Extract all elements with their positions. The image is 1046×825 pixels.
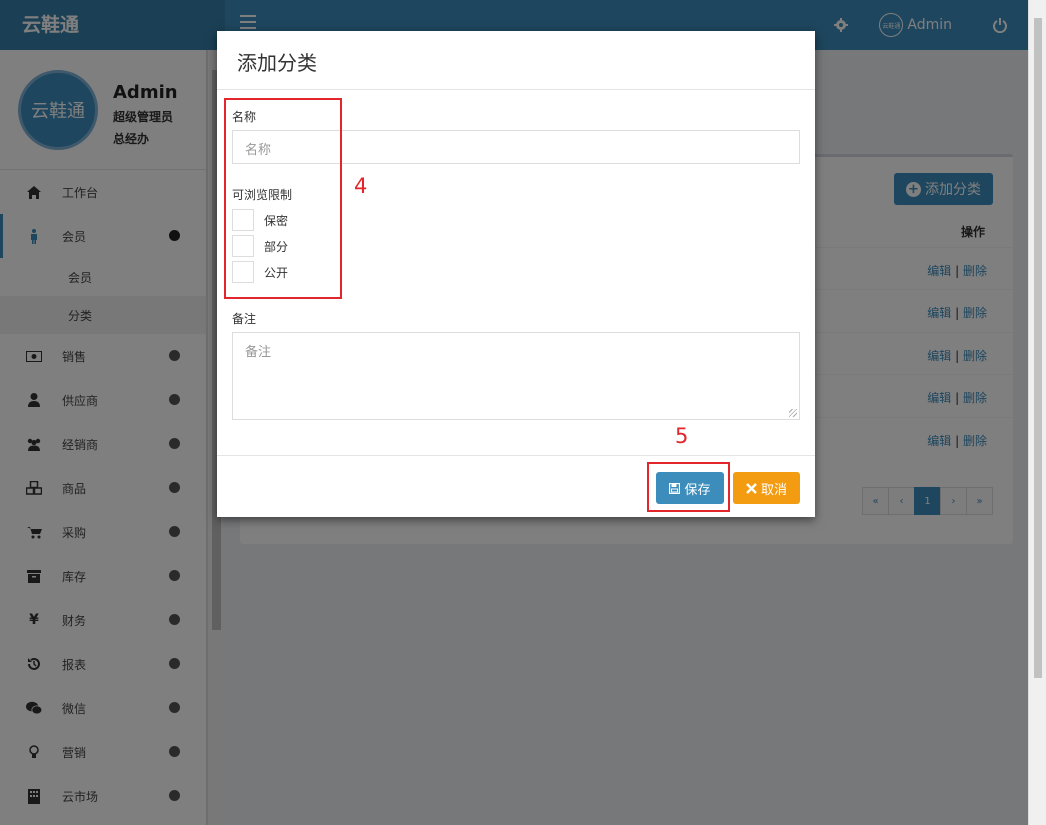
note-textarea[interactable]: 备注 — [232, 332, 800, 420]
page-scrollbar[interactable] — [1028, 0, 1046, 825]
note-placeholder: 备注 — [245, 345, 272, 360]
annotation-number-5: 5 — [675, 424, 689, 448]
annotation-number-4: 4 — [354, 174, 368, 198]
resize-grip-icon[interactable] — [789, 409, 797, 417]
cancel-label: 取消 — [760, 482, 787, 498]
modal-title: 添加分类 — [217, 31, 815, 90]
note-label: 备注 — [232, 312, 257, 326]
annotation-box-step4 — [224, 98, 342, 299]
page-scrollbar-thumb[interactable] — [1034, 18, 1042, 678]
close-icon — [746, 482, 757, 494]
cancel-button[interactable]: 取消 — [733, 472, 800, 504]
annotation-box-step5 — [647, 462, 730, 512]
